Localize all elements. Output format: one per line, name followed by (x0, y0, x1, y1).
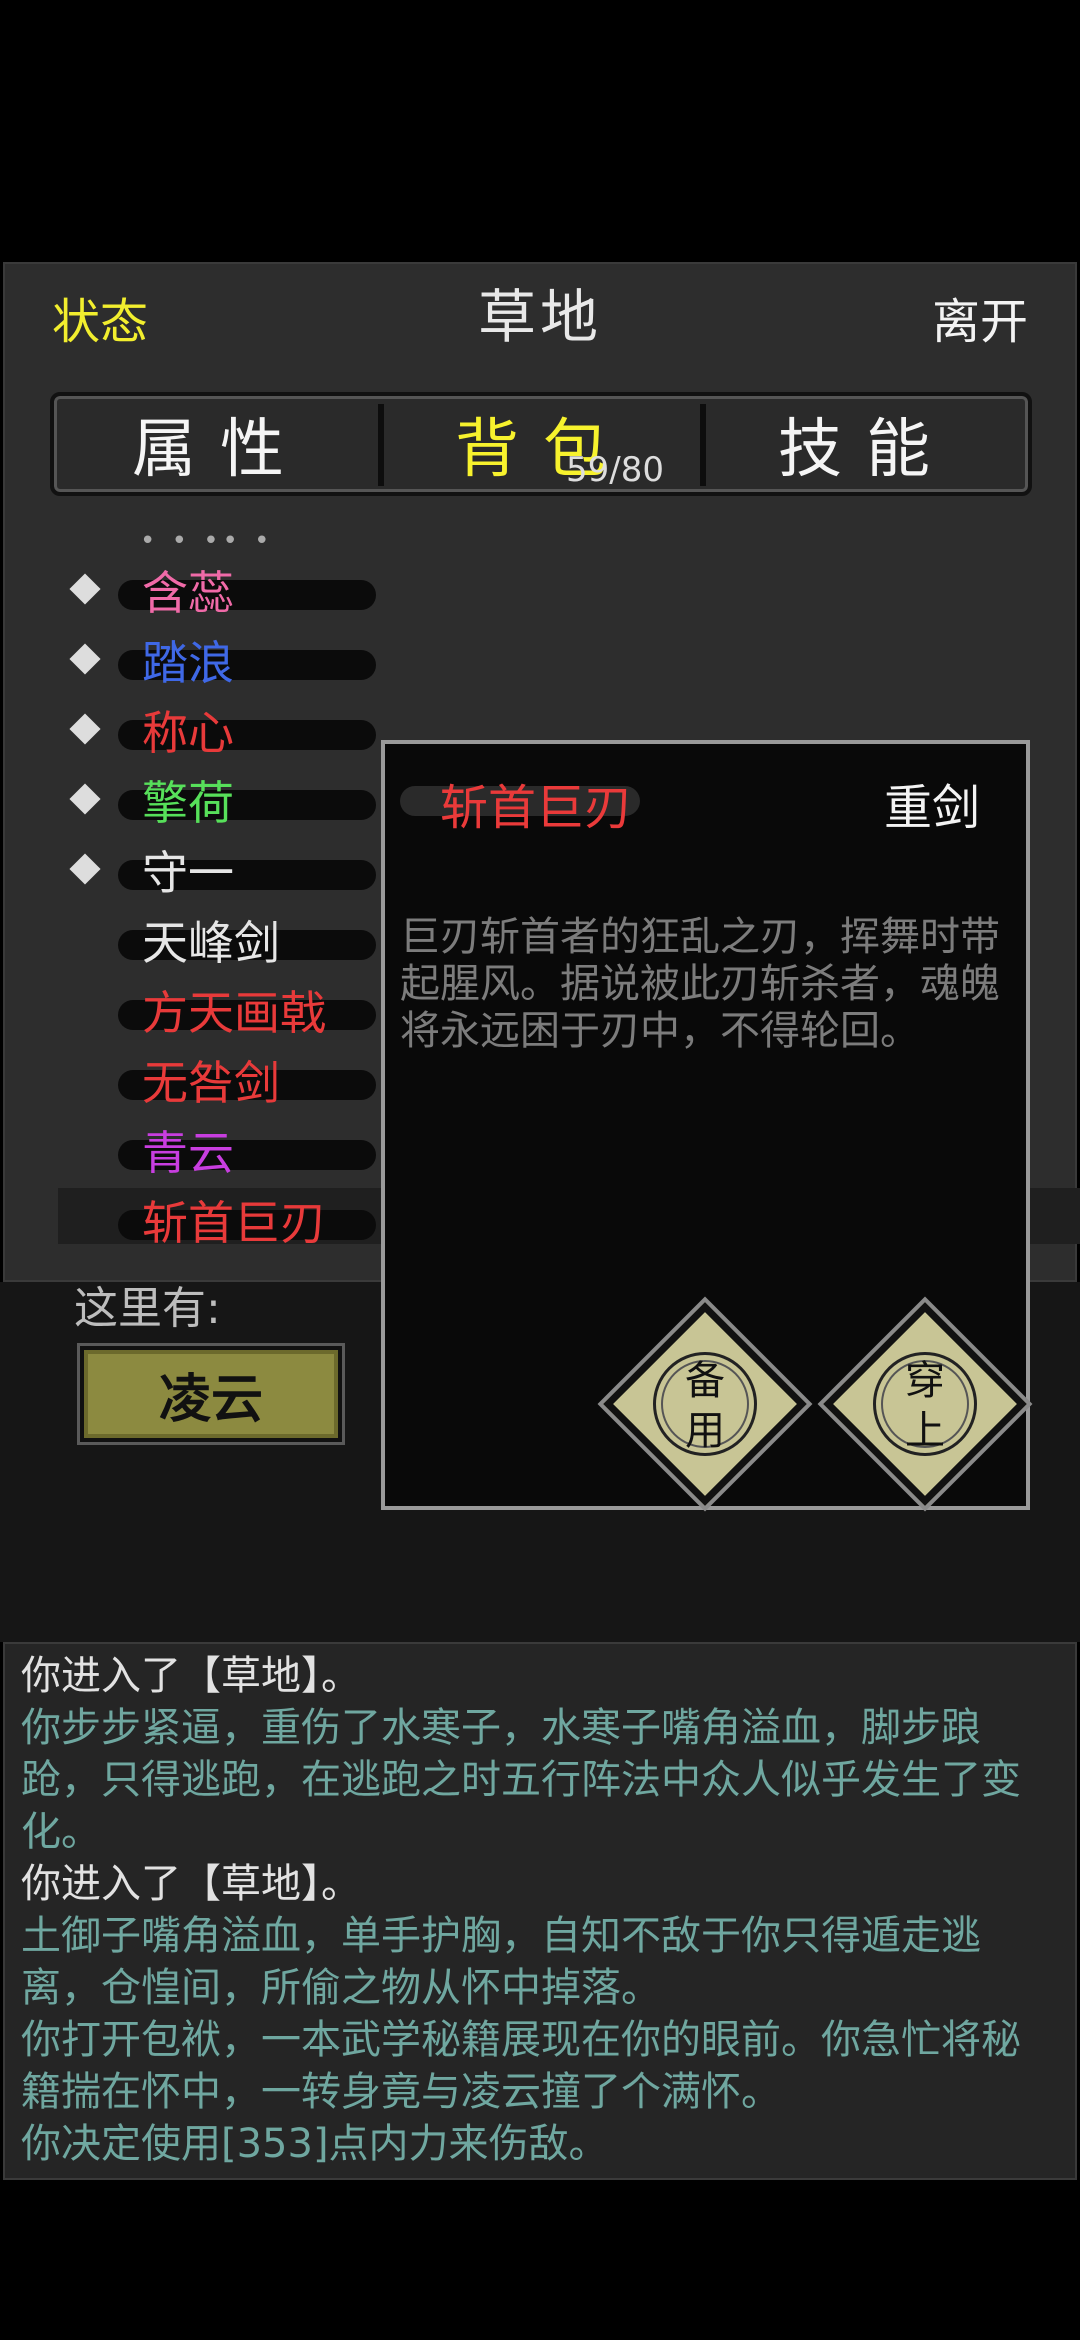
spare-label-line-1: 备 (685, 1358, 725, 1404)
spare-label-line-2: 用 (685, 1408, 725, 1454)
spare-button-label: 备 用 (605, 1356, 805, 1456)
inventory-item-name: 称心 (142, 706, 234, 760)
diamond-marker-icon (69, 853, 101, 885)
bag-capacity: 59/80 (566, 450, 664, 490)
log-line: 你步步紧逼，重伤了水寒子，水寒子嘴角溢血，脚步踉跄，只得逃跑，在逃跑之时五行阵法… (21, 1705, 1021, 1855)
inventory-item[interactable]: 天峰剑 (60, 914, 380, 972)
inventory-item-name: 天峰剑 (142, 916, 280, 970)
diamond-marker-icon (69, 573, 101, 605)
inventory-item-name: 擎荷 (142, 776, 234, 830)
log-line: 你打开包袱，一本武学秘籍展现在你的眼前。你急忙将秘籍揣在怀中，一转身竟与凌云撞了… (21, 2017, 1021, 2115)
inventory-item[interactable]: 称心 (60, 704, 380, 762)
inventory-item-name: 无咎剑 (142, 1056, 280, 1110)
leave-link[interactable]: 离开 (932, 282, 1028, 352)
inventory-item[interactable]: 方天画戟 (60, 984, 380, 1042)
item-detail-description: 巨刃斩首者的狂乱之刃，挥舞时带起腥风。据说被此刃斩杀者，魂魄将永远困于刃中，不得… (400, 914, 1000, 1054)
inventory-item[interactable]: 青云 (60, 1124, 380, 1182)
inventory-item[interactable]: 踏浪 (60, 634, 380, 692)
inventory-item[interactable]: 守一 (60, 844, 380, 902)
diamond-marker-icon (69, 783, 101, 815)
equip-label-line-1: 穿 (905, 1358, 945, 1404)
inventory-item[interactable]: 含蕊 (60, 564, 380, 622)
inventory-item-name: 守一 (142, 846, 234, 900)
item-detail-name: 斩首巨刃 (440, 780, 633, 836)
here-label: 这里有: (74, 1283, 221, 1334)
inventory-item-name: 含蕊 (142, 566, 234, 620)
tab-skills[interactable]: 技能 (706, 392, 1026, 496)
inventory-item-name: 踏浪 (142, 636, 234, 690)
log-line: 土御子嘴角溢血，单手护胸，自知不敌于你只得遁走逃离，仓惶间，所偷之物从怀中掉落。 (21, 1913, 981, 2011)
location-title: 草地 (477, 283, 602, 351)
list-truncated-marker: • • •• • (140, 526, 274, 556)
diamond-marker-icon (69, 713, 101, 745)
equip-button[interactable]: 穿 上 (823, 1302, 1027, 1506)
inventory-item-name: 方天画戟 (142, 986, 326, 1040)
inventory-item[interactable]: 无咎剑 (60, 1054, 380, 1112)
inventory-item[interactable]: 擎荷 (60, 774, 380, 832)
tab-attributes[interactable]: 属性 (60, 392, 380, 496)
message-log[interactable]: 你进入了【草地】。你步步紧逼，重伤了水寒子，水寒子嘴角溢血，脚步踉跄，只得逃跑，… (3, 1642, 1077, 2180)
log-line: 你决定使用[353]点内力来伤敌。 (21, 2121, 609, 2167)
log-line: 你进入了【草地】。 (21, 1653, 361, 1699)
equip-label-line-2: 上 (905, 1408, 945, 1454)
log-line: 你进入了【草地】。 (21, 1861, 361, 1907)
item-detail-type: 重剑 (883, 780, 980, 836)
spare-button[interactable]: 备 用 (603, 1302, 807, 1506)
npc-button[interactable]: 凌云 (80, 1346, 342, 1442)
equip-button-label: 穿 上 (825, 1356, 1025, 1456)
inventory-item-name: 斩首巨刃 (142, 1196, 326, 1250)
inventory-item[interactable]: 斩首巨刃 (60, 1194, 380, 1252)
inventory-item-name: 青云 (142, 1126, 234, 1180)
diamond-marker-icon (69, 643, 101, 675)
